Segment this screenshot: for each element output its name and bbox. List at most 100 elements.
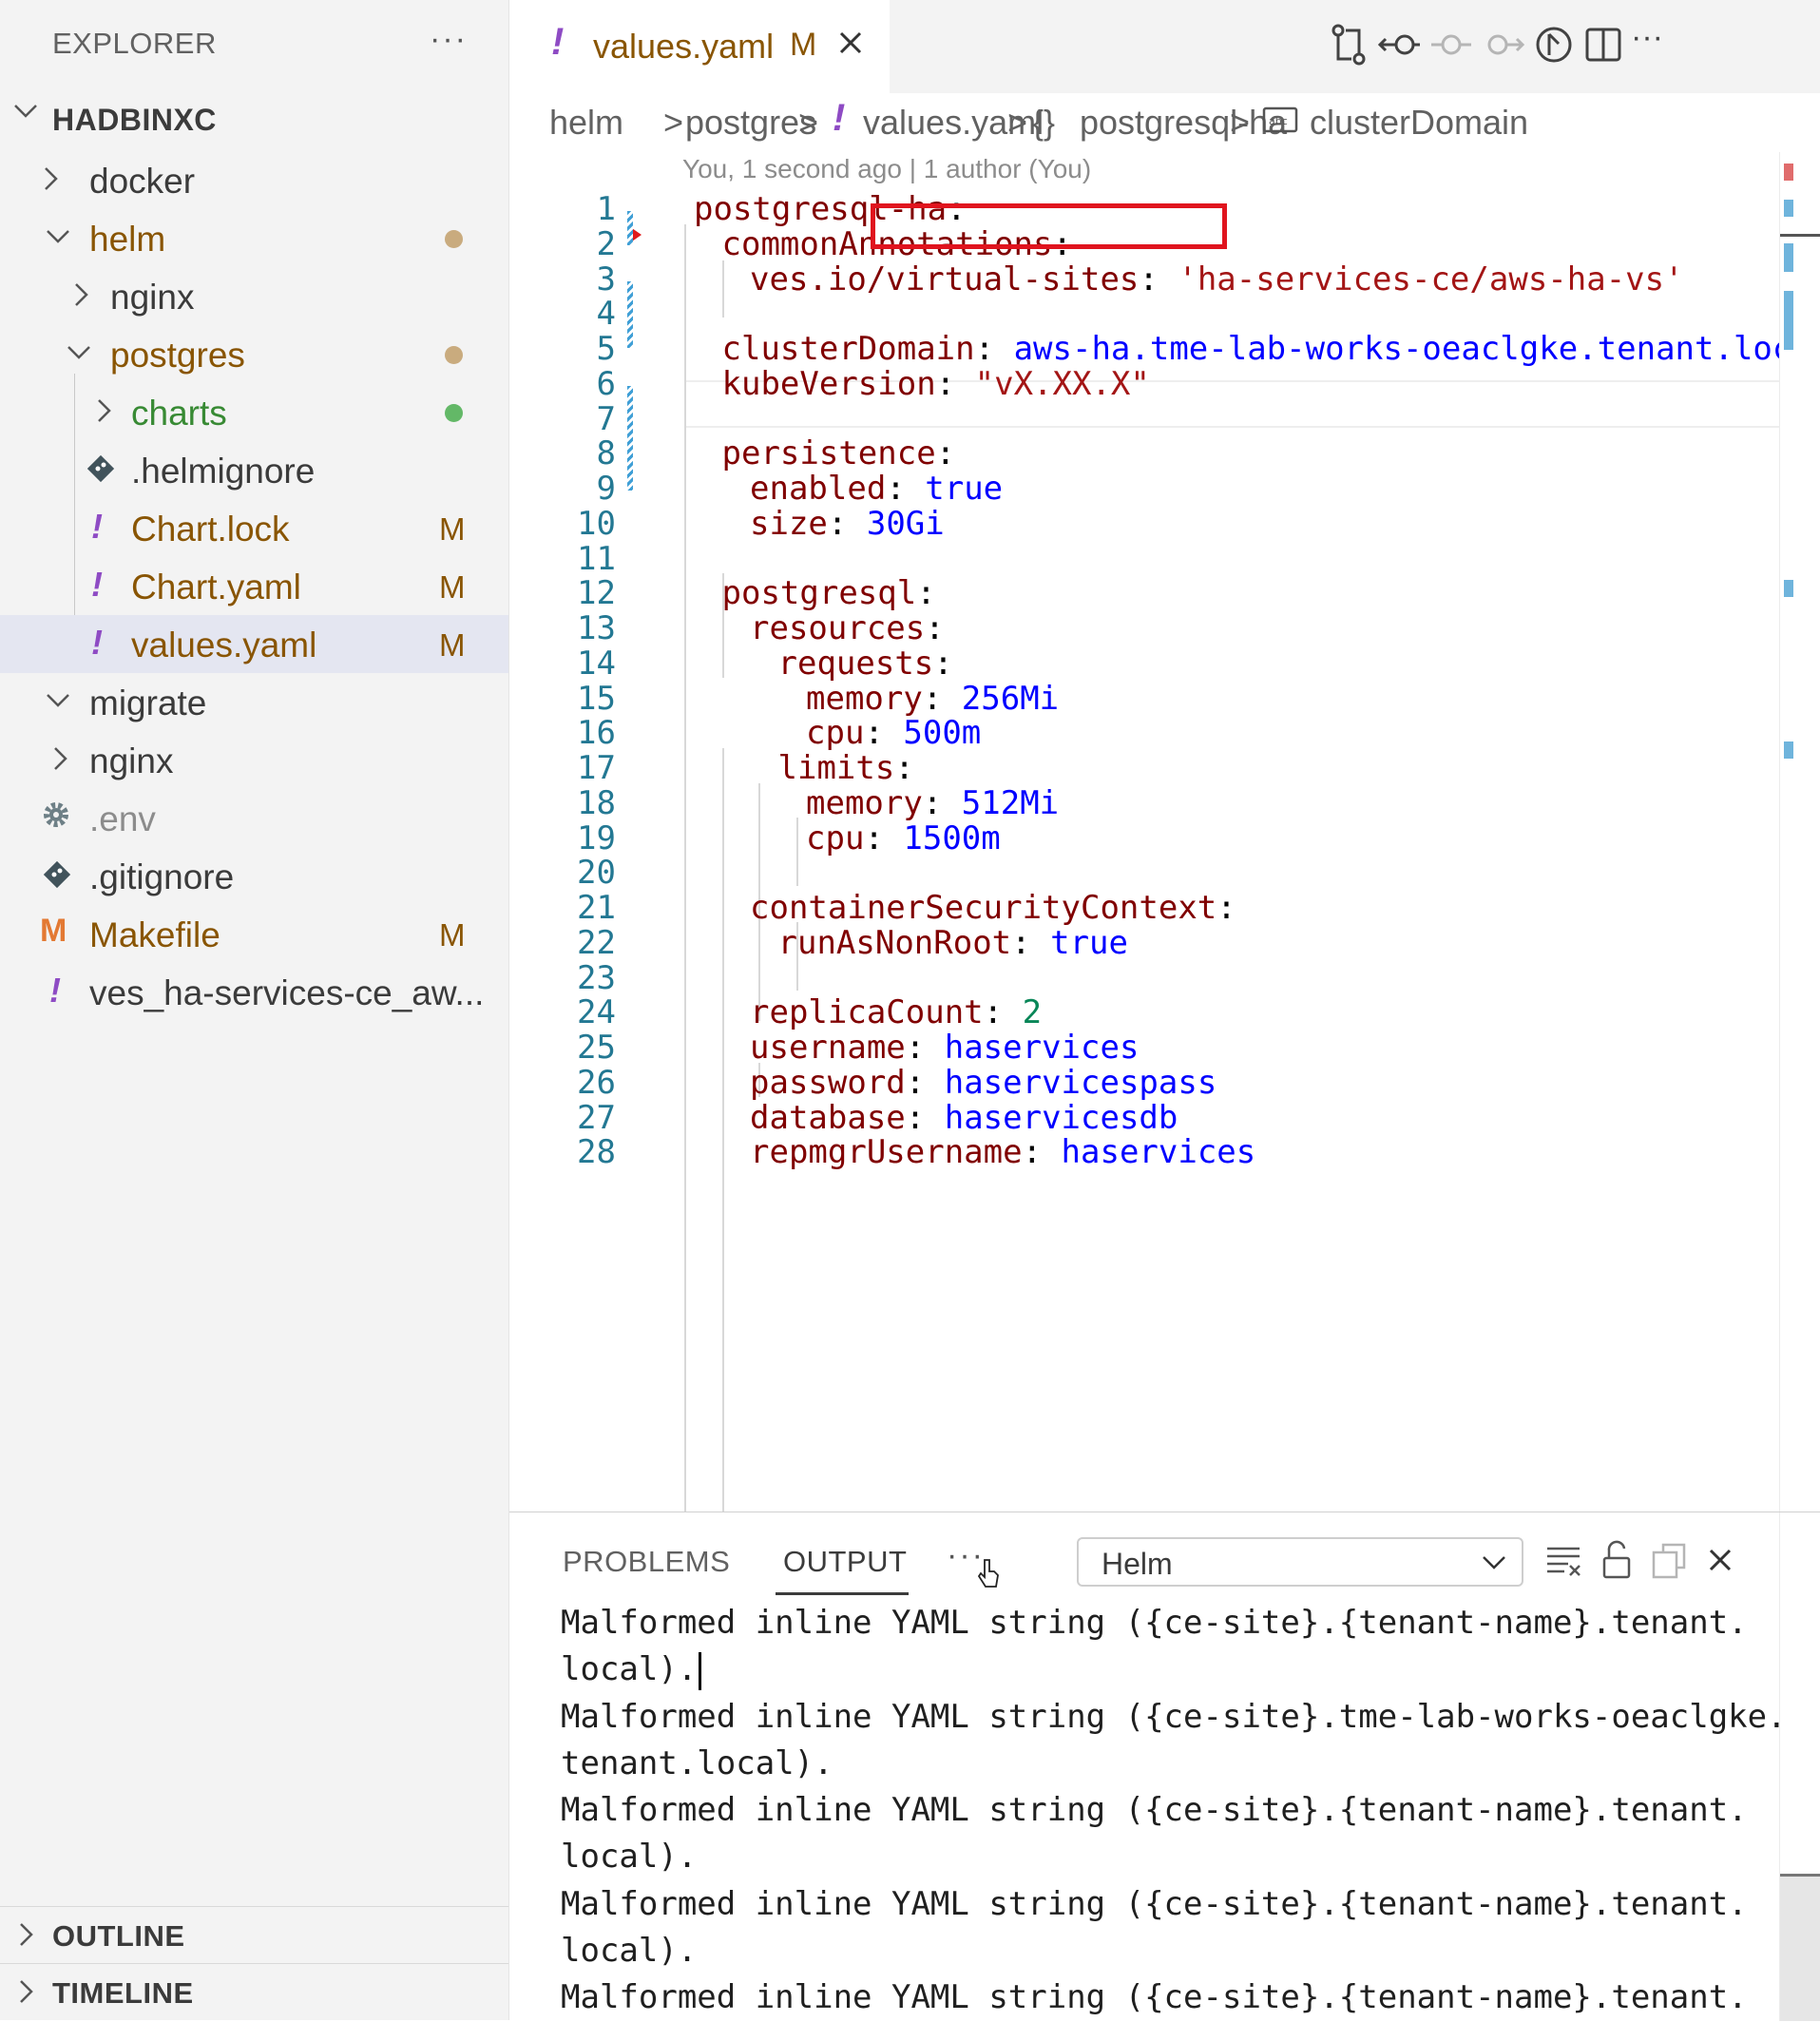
active-tab-indicator: [776, 1592, 909, 1595]
commit-icon[interactable]: [1427, 21, 1471, 68]
line-number: 15: [577, 679, 616, 718]
cursor-position-marker: [1780, 234, 1820, 237]
code-line[interactable]: memory: 512Mi: [806, 784, 1059, 822]
code-line[interactable]: persistence:: [722, 434, 956, 472]
go-forward-change-icon[interactable]: [1479, 21, 1525, 68]
explorer-more-icon[interactable]: ···: [430, 21, 468, 58]
open-in-editor-icon[interactable]: [1646, 1537, 1692, 1583]
code-token: :: [1011, 923, 1051, 962]
output-panel: PROBLEMS OUTPUT ··· Helm Malformed inlin…: [509, 1512, 1820, 2022]
line-number: 1: [596, 190, 616, 228]
code-line[interactable]: database: haservicesdb: [750, 1099, 1178, 1137]
output-channel-value: Helm: [1102, 1547, 1173, 1581]
output-line: local).: [561, 1838, 698, 1877]
tree-item-env[interactable]: .env: [0, 789, 508, 847]
close-panel-icon[interactable]: [1697, 1537, 1743, 1583]
open-changes-icon[interactable]: [1532, 21, 1576, 68]
line-number: 18: [577, 783, 616, 822]
line-number: 6: [596, 364, 616, 403]
compare-changes-icon[interactable]: [1327, 21, 1370, 68]
code-line[interactable]: cpu: 500m: [806, 714, 981, 752]
code-editor[interactable]: 1 postgresql-ha: 2 commonAnnotations: 3 ves.i…: [509, 190, 1779, 1512]
code-line[interactable]: cpu: 1500m: [806, 819, 1001, 857]
output-scrollbar[interactable]: [1779, 1512, 1820, 2021]
tree-item-postgres[interactable]: postgres: [0, 325, 508, 383]
code-line[interactable]: password: haservicespass: [750, 1064, 1217, 1102]
outline-section[interactable]: OUTLINE: [0, 1906, 508, 1963]
breadcrumb-item[interactable]: postgres: [685, 103, 816, 143]
more-actions-icon[interactable]: ···: [1631, 19, 1675, 67]
close-icon[interactable]: [837, 25, 864, 65]
lock-scroll-icon[interactable]: [1595, 1537, 1640, 1583]
code-line[interactable]: resources:: [750, 609, 945, 647]
tree-item-chart-lock[interactable]: ! Chart.lock M: [0, 499, 508, 557]
code-line[interactable]: limits:: [778, 749, 914, 787]
code-line[interactable]: enabled: true: [750, 470, 1003, 508]
code-line[interactable]: clusterDomain: aws-ha.tme-lab-works-oeac…: [722, 330, 1780, 368]
tree-item-chart-yaml[interactable]: ! Chart.yaml M: [0, 557, 508, 615]
code-line[interactable]: postgresql:: [722, 574, 936, 612]
clear-output-icon[interactable]: [1542, 1537, 1587, 1583]
line-number: 19: [577, 818, 616, 857]
git-change-bar: [627, 211, 633, 245]
scrollbar-thumb[interactable]: [1780, 1874, 1820, 2021]
tree-item-migrate[interactable]: migrate: [0, 673, 508, 731]
tree-item-docker[interactable]: docker: [0, 151, 508, 209]
code-token: :: [864, 818, 904, 857]
go-back-change-icon[interactable]: [1376, 21, 1420, 68]
code-line[interactable]: kubeVersion: "vX.XX.X": [722, 365, 1150, 403]
tree-item-nginx-root[interactable]: nginx: [0, 731, 508, 789]
tab-problems[interactable]: PROBLEMS: [563, 1545, 730, 1579]
line-number: 7: [596, 399, 616, 438]
code-line[interactable]: runAsNonRoot: true: [778, 924, 1128, 962]
code-line[interactable]: requests:: [778, 645, 953, 683]
line-number: 2: [596, 224, 616, 263]
tree-item-helmignore[interactable]: .helmignore: [0, 441, 508, 499]
code-line[interactable]: size: 30Gi: [750, 505, 945, 543]
timeline-section[interactable]: TIMELINE: [0, 1963, 508, 2020]
editor-overview-ruler[interactable]: [1779, 152, 1820, 1512]
code-token: 1500m: [903, 818, 1001, 857]
split-editor-icon[interactable]: [1581, 21, 1625, 68]
tab-values-yaml[interactable]: ! values.yaml M: [509, 0, 890, 93]
breadcrumb-item[interactable]: helm: [549, 103, 623, 143]
tree-item-label: Chart.lock: [131, 510, 290, 549]
code-token: runAsNonRoot: [777, 923, 1012, 962]
tree-item-helm[interactable]: helm: [0, 209, 508, 267]
tab-output[interactable]: OUTPUT: [783, 1545, 907, 1579]
breadcrumb-item[interactable]: clusterDomain: [1310, 103, 1528, 143]
chevron-down-icon: [11, 97, 40, 133]
output-line: local).: [561, 1650, 698, 1689]
code-line[interactable]: memory: 256Mi: [806, 680, 1059, 718]
output-text[interactable]: Malformed inline YAML string ({ce-site}.…: [561, 1600, 1787, 2022]
tree-item-gitignore[interactable]: .gitignore: [0, 847, 508, 905]
tree-item-makefile[interactable]: M Makefile M: [0, 905, 508, 963]
code-token: memory: [806, 679, 923, 718]
output-channel-select[interactable]: Helm: [1077, 1537, 1523, 1587]
tree-item-charts[interactable]: charts: [0, 383, 508, 441]
gear-icon: [40, 799, 72, 839]
tree-item-nginx[interactable]: nginx: [0, 267, 508, 325]
line-number: 25: [577, 1029, 616, 1067]
code-line[interactable]: ves.io/virtual-sites: 'ha-services-ce/aw…: [750, 260, 1684, 298]
code-line[interactable]: username: haservices: [750, 1029, 1139, 1067]
code-token: 30Gi: [866, 504, 945, 543]
code-token: :: [922, 783, 962, 822]
code-line[interactable]: repmgrUsername: haservices: [750, 1133, 1255, 1171]
explorer-title: EXPLORER: [52, 27, 217, 60]
line-number: 16: [577, 714, 616, 753]
code-line[interactable]: containerSecurityContext:: [750, 889, 1236, 927]
code-token: haservicespass: [944, 1063, 1217, 1102]
tree-item-ves-file[interactable]: ! ves_ha-services-ce_aw...: [0, 963, 508, 1021]
breadcrumb-item[interactable]: postgresql-ha: [1080, 103, 1287, 143]
modified-badge: M: [439, 627, 466, 663]
modified-badge: M: [439, 511, 466, 547]
code-token: true: [1050, 923, 1128, 962]
tree-item-label: Chart.yaml: [131, 568, 301, 607]
line-number: 22: [577, 923, 616, 962]
tree-item-label: .helmignore: [131, 452, 316, 491]
line-number: 14: [577, 644, 616, 683]
tree-item-values-yaml[interactable]: ! values.yaml M: [0, 615, 508, 673]
change-marker: [1784, 200, 1793, 217]
code-line[interactable]: replicaCount: 2: [750, 993, 1042, 1031]
